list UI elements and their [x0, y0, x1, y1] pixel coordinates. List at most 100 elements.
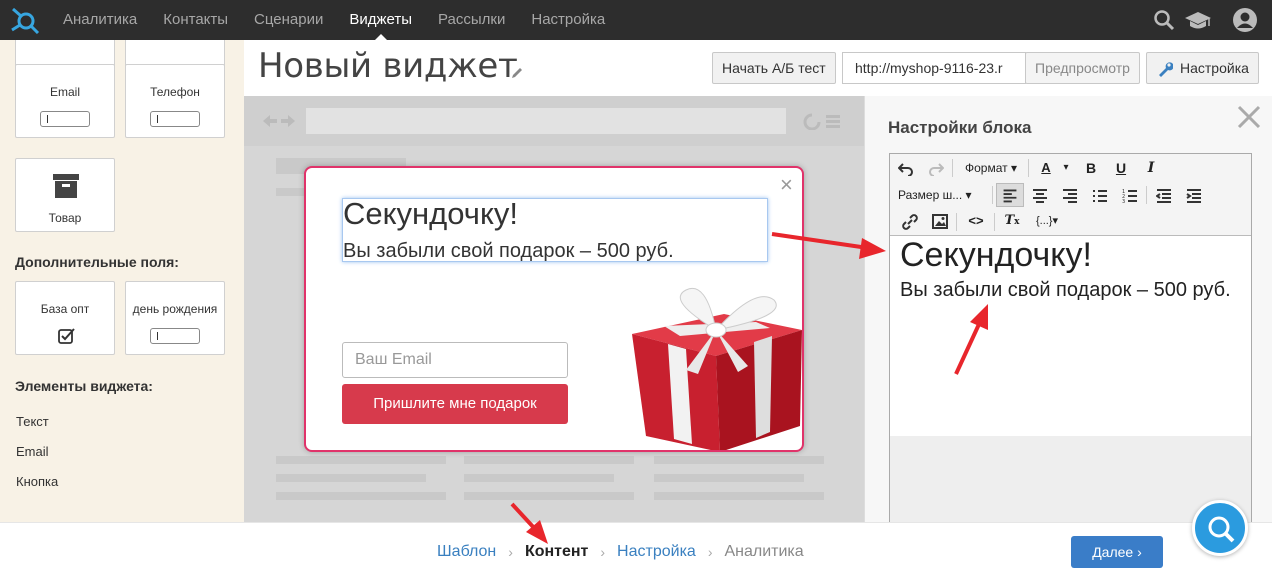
step-settings[interactable]: Настройка	[617, 543, 696, 561]
graduation-cap-icon[interactable]	[1184, 8, 1212, 32]
chevron-right-icon: ›	[707, 544, 713, 560]
chevron-right-icon: ›	[508, 544, 513, 560]
italic-icon[interactable]: I	[1142, 158, 1160, 178]
underline-icon[interactable]: U	[1112, 158, 1130, 178]
nav-item-scenarios[interactable]: Сценарии	[241, 0, 336, 40]
variables-dropdown-label: {...}	[1035, 215, 1053, 227]
toolbar-separator	[952, 159, 953, 177]
wrench-icon	[1159, 62, 1173, 77]
variables-dropdown[interactable]: {...}▾	[1030, 211, 1064, 231]
field-tile-phone[interactable]: Телефон	[125, 64, 225, 138]
chevron-right-icon: ›	[600, 544, 606, 560]
outdent-icon[interactable]	[1156, 189, 1172, 203]
indent-icon[interactable]	[1186, 189, 1202, 203]
nav-item-analytics[interactable]: Аналитика	[50, 0, 150, 40]
font-size-dropdown-label: Размер ш...	[898, 188, 963, 202]
preview-placeholder	[276, 474, 426, 482]
toolbar-separator	[1028, 159, 1029, 177]
nav-item-settings[interactable]: Настройка	[518, 0, 618, 40]
search-help-icon	[1208, 516, 1235, 543]
preview-button[interactable]: Предпросмотр	[1025, 52, 1140, 84]
popup-subtext[interactable]: Вы забыли свой подарок – 500 руб.	[343, 240, 674, 263]
preview-placeholder	[276, 492, 446, 500]
toolbar-separator	[1146, 186, 1147, 204]
top-navigation: Аналитика Контакты Сценарии Виджеты Расс…	[0, 0, 1272, 40]
popup-email-input[interactable]: Ваш Email	[342, 342, 568, 378]
edit-pencil-icon[interactable]	[510, 66, 524, 80]
ab-test-button[interactable]: Начать А/Б тест	[712, 52, 836, 84]
element-text[interactable]: Текст	[16, 414, 49, 429]
editor-subtext[interactable]: Вы забыли свой подарок – 500 руб.	[900, 280, 1240, 301]
bold-icon[interactable]: B	[1082, 158, 1100, 178]
text-color-caret-icon[interactable]: ▾	[1060, 158, 1072, 178]
bullet-list-icon[interactable]	[1092, 189, 1108, 203]
toolbar-separator	[994, 213, 995, 231]
settings-button-label: Настройка	[1180, 60, 1249, 76]
preview-address-bar	[306, 108, 786, 134]
preview-placeholder	[654, 456, 824, 464]
panel-close-icon[interactable]	[1236, 104, 1262, 130]
editor-toolbar: Формат ▾ A ▾ B U I Размер ш... ▾ 123 <> …	[890, 154, 1251, 236]
reload-menu-icon	[803, 113, 840, 130]
nav-item-widgets[interactable]: Виджеты	[336, 0, 425, 40]
element-button[interactable]: Кнопка	[16, 474, 58, 489]
page-title: Новый виджет	[258, 46, 518, 86]
field-preview	[150, 111, 200, 127]
format-dropdown[interactable]: Формат ▾	[960, 158, 1022, 178]
next-button[interactable]: Далее ›	[1071, 536, 1163, 568]
logo-icon[interactable]	[10, 6, 40, 34]
source-code-icon[interactable]: <>	[964, 211, 988, 231]
panel-title: Настройки блока	[888, 118, 1032, 137]
step-content[interactable]: Контент	[525, 543, 588, 561]
search-icon[interactable]	[1152, 8, 1176, 32]
tile-label: База опт	[40, 302, 90, 316]
preview-placeholder	[654, 474, 804, 482]
field-tile-wholesale[interactable]: База опт	[15, 281, 115, 355]
elements-sidebar: Email Телефон Товар Дополнительные поля:…	[0, 40, 244, 522]
svg-text:3: 3	[1122, 199, 1125, 203]
link-icon[interactable]	[902, 214, 918, 230]
preview-placeholder	[464, 474, 614, 482]
popup-close-icon[interactable]: ×	[780, 172, 793, 198]
nav-item-contacts[interactable]: Контакты	[150, 0, 241, 40]
help-chat-button[interactable]	[1192, 500, 1248, 556]
tile-label: Телефон	[150, 85, 200, 99]
undo-icon[interactable]	[898, 162, 914, 176]
popup-submit-button[interactable]: Пришлите мне подарок	[342, 384, 568, 424]
step-template[interactable]: Шаблон	[437, 543, 496, 561]
tile-label: Email	[49, 85, 80, 99]
clear-format-icon[interactable]: Tx	[1002, 211, 1022, 231]
field-preview	[150, 328, 200, 344]
preview-placeholder	[464, 492, 634, 500]
preview-url-input[interactable]: http://myshop-9116-23.r	[842, 52, 1026, 84]
back-forward-icon	[263, 115, 295, 127]
extra-fields-heading: Дополнительные поля:	[15, 254, 179, 270]
redo-icon[interactable]	[928, 162, 944, 176]
image-icon[interactable]	[932, 214, 948, 229]
nav-menu: Аналитика Контакты Сценарии Виджеты Расс…	[50, 0, 618, 40]
settings-button[interactable]: Настройка	[1146, 52, 1259, 84]
toolbar-separator	[956, 213, 957, 231]
user-avatar-icon[interactable]	[1232, 7, 1258, 33]
font-size-dropdown[interactable]: Размер ш... ▾	[898, 185, 988, 205]
align-right-icon[interactable]	[1062, 189, 1078, 203]
step-analytics: Аналитика	[724, 543, 804, 560]
wizard-steps: Шаблон › Контент › Настройка › Аналитика	[437, 543, 804, 561]
align-center-icon[interactable]	[1032, 189, 1048, 203]
widget-elements-heading: Элементы виджета:	[15, 378, 153, 394]
preview-placeholder	[654, 492, 824, 500]
gift-box-image	[632, 288, 802, 450]
tile-label: Товар	[48, 211, 82, 225]
editor-heading-text[interactable]: Секундочку!	[900, 236, 1092, 275]
popup-heading[interactable]: Секундочку!	[343, 196, 518, 232]
align-left-icon[interactable]	[996, 183, 1024, 207]
numbered-list-icon[interactable]: 123	[1122, 188, 1138, 203]
toolbar-separator	[992, 186, 993, 204]
tile-label: день рождения	[132, 302, 218, 316]
text-color-icon[interactable]: A	[1036, 158, 1056, 178]
field-tile-birthday[interactable]: день рождения	[125, 281, 225, 355]
element-email[interactable]: Email	[16, 444, 49, 459]
field-tile-email[interactable]: Email	[15, 64, 115, 138]
field-tile-product[interactable]: Товар	[15, 158, 115, 232]
nav-item-mailings[interactable]: Рассылки	[425, 0, 518, 40]
